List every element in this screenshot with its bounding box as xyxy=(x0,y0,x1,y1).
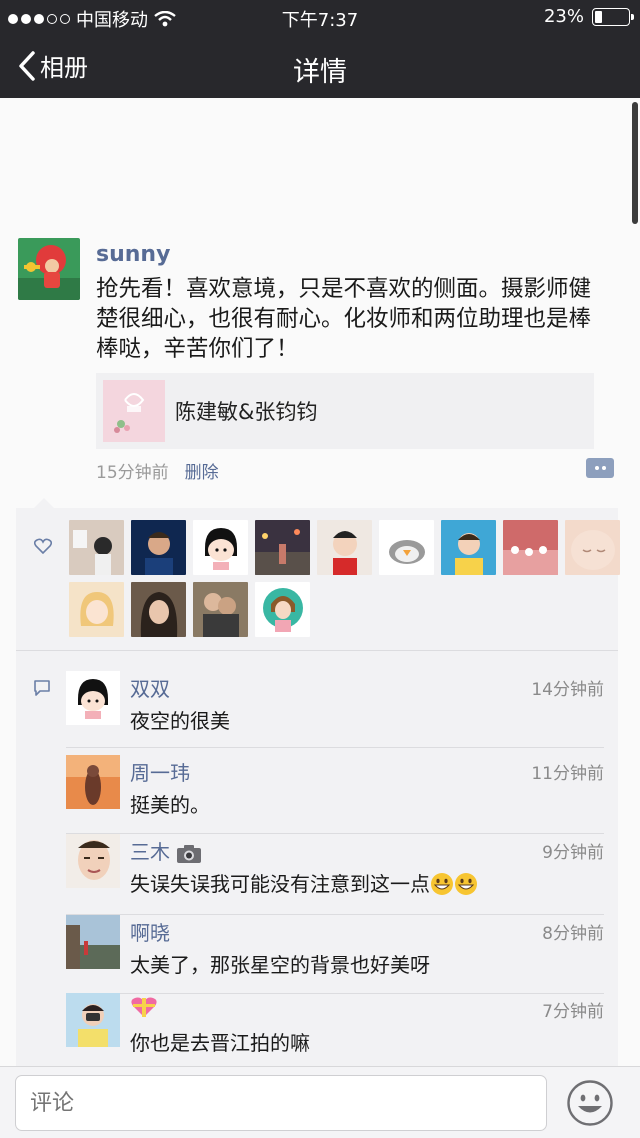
post-time: 15分钟前 xyxy=(96,463,169,483)
comment-item[interactable]: 双双 14分钟前 夜空的很美 xyxy=(66,671,604,751)
liker-avatar[interactable] xyxy=(255,520,310,575)
post-text: 抢先看！喜欢意境，只是不喜欢的侧面。摄影师健楚很细心，也很有耐心。化妆师和两位助… xyxy=(96,276,592,362)
comment-item[interactable]: 啊晓 8分钟前 太美了，那张星空的背景也好美呀 xyxy=(66,915,604,995)
emoji-button[interactable] xyxy=(566,1079,614,1127)
comment-bubble-icon xyxy=(34,680,50,696)
liker-avatar[interactable] xyxy=(193,520,248,575)
likes-comments-panel: 双双 14分钟前 夜空的很美 周一玮 11分钟前 挺美的。 三木 9分钟前 失误… xyxy=(16,498,620,1066)
author-name[interactable]: sunny xyxy=(96,242,170,267)
comment-separator xyxy=(66,747,604,748)
author-avatar[interactable] xyxy=(18,238,80,300)
commenter-name[interactable] xyxy=(130,995,158,1019)
comment-time: 7分钟前 xyxy=(542,1002,604,1022)
battery-icon xyxy=(592,7,634,26)
likes-comments-divider xyxy=(16,650,618,651)
liker-avatar[interactable] xyxy=(131,520,186,575)
battery-group: 23% xyxy=(543,6,634,27)
comment-time: 8分钟前 xyxy=(542,924,604,944)
liker-avatar[interactable] xyxy=(69,582,124,637)
comment-text: 挺美的。 xyxy=(130,793,210,817)
liker-avatar[interactable] xyxy=(503,520,558,575)
heart-icon xyxy=(34,538,52,554)
liker-avatar[interactable] xyxy=(193,582,248,637)
comment-text: 失误失误我可能没有注意到这一点 xyxy=(130,868,478,897)
liker-avatar[interactable] xyxy=(379,520,434,575)
album-thumbnail xyxy=(103,380,165,442)
liker-avatar[interactable] xyxy=(131,582,186,637)
post-detail-scroll[interactable]: sunny 抢先看！喜欢意境，只是不喜欢的侧面。摄影师健楚很细心，也很有耐心。化… xyxy=(0,98,640,1066)
delete-link[interactable]: 删除 xyxy=(185,458,219,483)
commenter-name[interactable]: 三木 xyxy=(130,836,202,865)
likes-avatar-grid xyxy=(69,520,629,637)
comment-time: 11分钟前 xyxy=(531,764,604,784)
album-title: 陈建敏&张钧钧 xyxy=(175,400,318,424)
scrollbar[interactable] xyxy=(632,102,638,224)
commenter-name[interactable]: 双双 xyxy=(130,673,170,702)
liker-avatar[interactable] xyxy=(441,520,496,575)
gift-heart-emoji-icon xyxy=(131,997,157,1017)
commenter-avatar[interactable] xyxy=(66,834,120,888)
commenter-avatar[interactable] xyxy=(66,993,120,1047)
comment-input[interactable] xyxy=(15,1075,547,1131)
navigation-bar: 相册 详情 xyxy=(0,34,640,98)
more-actions-button[interactable] xyxy=(586,458,614,478)
camera-emoji-icon xyxy=(177,845,202,863)
comment-time: 9分钟前 xyxy=(542,843,604,863)
liker-avatar[interactable] xyxy=(565,520,620,575)
commenter-avatar[interactable] xyxy=(66,915,120,969)
commenter-avatar[interactable] xyxy=(66,671,120,725)
comment-time: 14分钟前 xyxy=(531,680,604,700)
post-meta: 15分钟前 删除 xyxy=(96,458,219,483)
commenter-name[interactable]: 周一玮 xyxy=(130,757,190,786)
liker-avatar[interactable] xyxy=(255,582,310,637)
status-bar: 中国移动 下午7:37 23% xyxy=(0,0,640,34)
battery-percent: 23% xyxy=(543,6,584,27)
page-title: 详情 xyxy=(293,57,347,88)
comment-item[interactable]: 三木 9分钟前 失误失误我可能没有注意到这一点 xyxy=(66,834,604,915)
grinning-emoji-icon xyxy=(455,873,477,895)
comment-item[interactable]: 7分钟前 你也是去晋江拍的嘛 xyxy=(66,993,604,1066)
commenter-name[interactable]: 啊晓 xyxy=(130,917,170,946)
shared-album-card[interactable]: 陈建敏&张钧钧 xyxy=(96,373,594,449)
grinning-emoji-icon xyxy=(431,873,453,895)
comment-input-bar xyxy=(0,1066,640,1138)
liker-avatar[interactable] xyxy=(69,520,124,575)
comment-text: 太美了，那张星空的背景也好美呀 xyxy=(130,953,430,977)
comment-text: 夜空的很美 xyxy=(130,709,230,733)
comment-text: 你也是去晋江拍的嘛 xyxy=(130,1031,310,1055)
comment-item[interactable]: 周一玮 11分钟前 挺美的。 xyxy=(66,755,604,835)
liker-avatar[interactable] xyxy=(317,520,372,575)
commenter-avatar[interactable] xyxy=(66,755,120,809)
